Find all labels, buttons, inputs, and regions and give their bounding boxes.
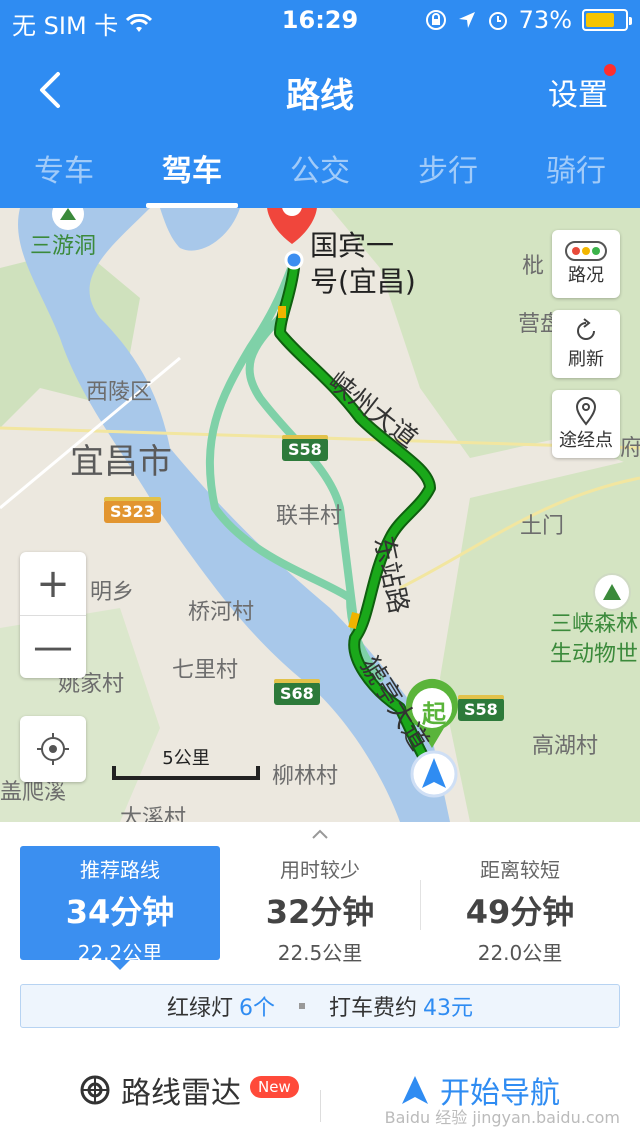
refresh-button[interactable]: 刷新	[552, 310, 620, 378]
settings-button[interactable]: 设置	[548, 64, 616, 114]
page-title: 路线	[286, 76, 354, 116]
map-label-liulincun: 柳林村	[272, 764, 339, 789]
route-option-shortest[interactable]: 距离较短 49分钟 22.0公里	[420, 846, 620, 965]
traffic-lights-label: 红绿灯	[166, 996, 233, 1021]
location-arrow-icon	[458, 12, 475, 28]
status-bar: 无 SIM 卡 16:29 73%	[0, 0, 640, 40]
route-option-recommended[interactable]: 推荐路线 34分钟 22.2公里	[20, 846, 220, 965]
route-distance: 22.5公里	[277, 941, 363, 965]
map-scale: 5公里	[112, 744, 260, 780]
refresh-icon	[577, 318, 595, 340]
route-info-bar: 红绿灯 6个 打车费约 43元	[20, 984, 620, 1028]
locate-button[interactable]	[20, 716, 86, 782]
road-badge-s58: S58	[282, 435, 328, 461]
map-label-pi: 枇	[522, 254, 545, 279]
refresh-label: 刷新	[568, 349, 604, 370]
map-label-qilicun: 七里村	[172, 658, 239, 683]
road-badge-s68: S68	[274, 679, 320, 705]
route-label: 距离较短	[480, 858, 560, 882]
alarm-icon	[488, 12, 507, 30]
map-label-gaohucun: 高湖村	[532, 734, 599, 759]
separator-dot	[299, 1003, 305, 1009]
map-label-xiang: 明乡	[90, 580, 135, 605]
map-label-tumen: 土门	[520, 514, 565, 539]
route-radar-label: 路线雷达	[121, 1076, 241, 1111]
traffic-button[interactable]: 路况	[552, 230, 620, 298]
notification-dot	[604, 64, 616, 76]
new-badge: New	[250, 1076, 299, 1098]
route-options: 推荐路线 34分钟 22.2公里 用时较少 32分钟 22.5公里 距离较短 4…	[20, 846, 620, 965]
tab-transit[interactable]: 公交	[256, 140, 384, 208]
route-label: 用时较少	[280, 858, 360, 882]
route-radar-button[interactable]: 路线雷达 New	[0, 1068, 320, 1112]
map-label-yichangshi: 宜昌市	[70, 442, 172, 482]
zoom-control: + —	[20, 552, 86, 678]
start-label: 起	[422, 700, 446, 728]
map-label-lianfengcun: 联丰村	[276, 504, 343, 529]
map-label-qiaohecun: 桥河村	[188, 600, 255, 625]
road-badge-s323: S323	[104, 497, 161, 523]
header: 无 SIM 卡 16:29 73% 路线 设置 专车 驾车 公交 步行 骑行	[0, 0, 640, 208]
crosshair-icon	[37, 733, 69, 765]
map-label-daxicun: 大溪村	[120, 806, 187, 822]
map-label-xilingqu: 西陵区	[86, 380, 153, 405]
map-label-zoo: 三峡森林 生动物世	[550, 612, 639, 667]
route-time: 32分钟	[265, 893, 375, 931]
traffic-lights-count: 6个	[239, 996, 275, 1021]
zoom-in-button[interactable]: +	[20, 552, 86, 615]
chevron-up-icon[interactable]	[310, 828, 330, 840]
navigation-arrow-icon	[402, 1076, 428, 1104]
route-label: 推荐路线	[80, 858, 160, 882]
route-panel: 推荐路线 34分钟 22.2公里 用时较少 32分钟 22.5公里 距离较短 4…	[0, 822, 640, 1136]
battery-percent: 73%	[518, 6, 572, 34]
waypoint-button[interactable]: 途经点	[552, 390, 620, 458]
tab-ride-hailing[interactable]: 专车	[0, 140, 128, 208]
tab-cycling[interactable]: 骑行	[512, 140, 640, 208]
traffic-light-icon	[565, 241, 607, 261]
transport-mode-tabs: 专车 驾车 公交 步行 骑行	[0, 140, 640, 208]
zoom-out-button[interactable]: —	[20, 615, 86, 678]
route-option-fastest[interactable]: 用时较少 32分钟 22.5公里	[220, 846, 420, 965]
rotation-lock-icon	[425, 10, 446, 30]
tab-driving[interactable]: 驾车	[128, 140, 256, 208]
traffic-label: 路况	[568, 265, 604, 286]
title-bar: 路线 设置	[0, 50, 640, 130]
route-time: 34分钟	[65, 893, 175, 931]
radar-icon	[80, 1075, 110, 1105]
route-distance: 22.2公里	[77, 941, 163, 965]
map-label-sanyoudong: 三游洞	[30, 234, 97, 259]
tab-walking[interactable]: 步行	[384, 140, 512, 208]
taxi-fare-value: 43元	[423, 996, 474, 1021]
watermark: Baidu 经验 jingyan.baidu.com	[384, 1108, 620, 1127]
route-time: 49分钟	[465, 893, 575, 931]
battery-icon	[582, 9, 632, 31]
destination-label: 国宾一 号(宜昌)	[310, 229, 416, 298]
settings-label: 设置	[548, 78, 608, 113]
map-label-fu: 府	[620, 436, 640, 461]
map-pin-icon	[575, 397, 597, 426]
scale-bar	[112, 766, 260, 780]
route-map[interactable]: 三游洞 西陵区 宜昌市 联丰村 桥河村 七里村 姚家村 柳林村 大溪村 盖爬溪 …	[0, 208, 640, 822]
taxi-fare-label: 打车费约	[329, 996, 418, 1021]
road-badge-s58-east: S58	[458, 695, 504, 721]
waypoint-label: 途经点	[559, 430, 613, 451]
route-distance: 22.0公里	[477, 941, 563, 965]
